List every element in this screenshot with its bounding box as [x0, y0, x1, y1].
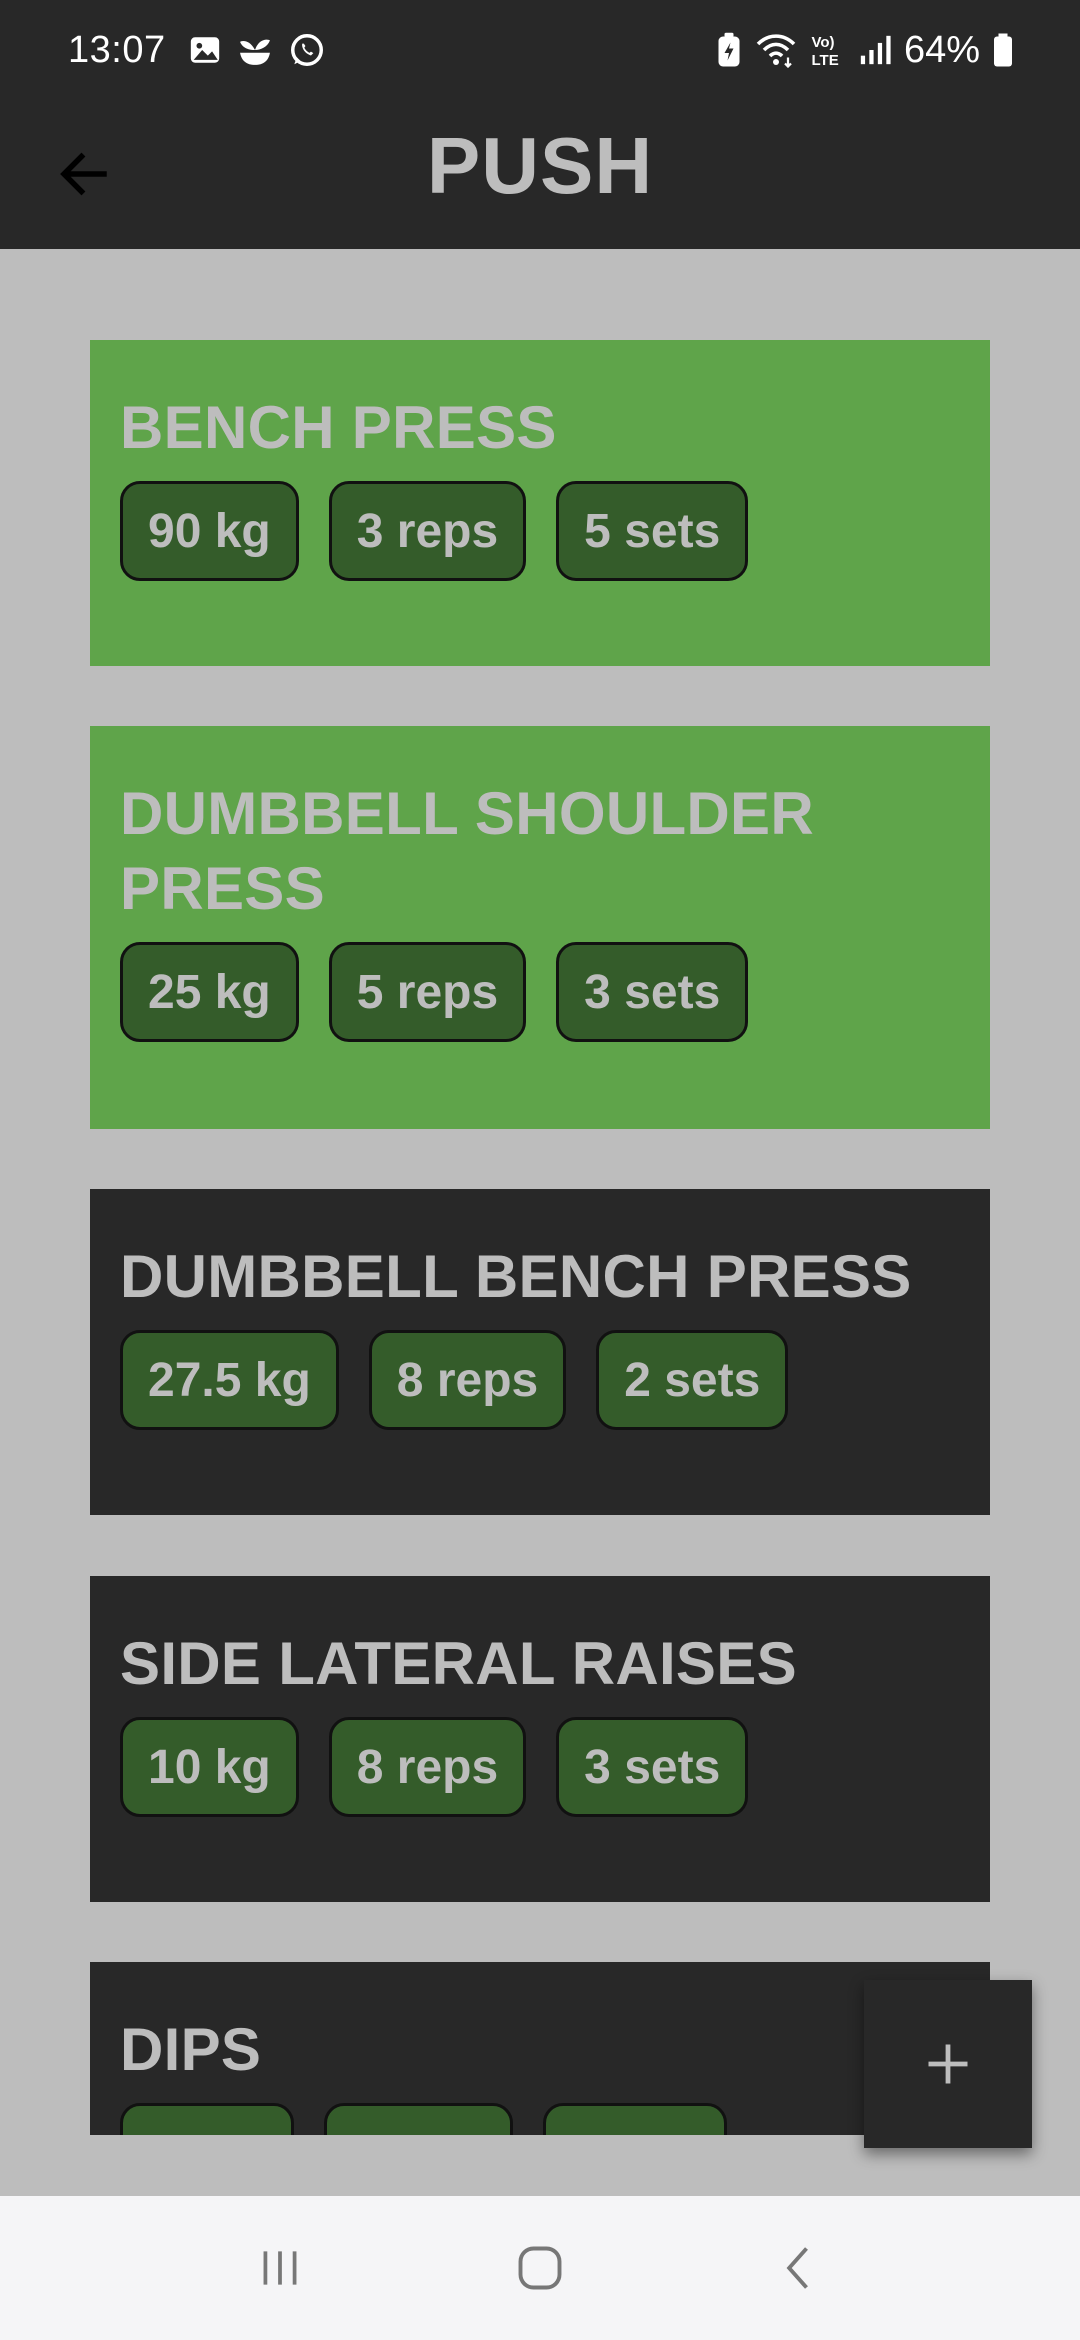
exercise-card[interactable]: DUMBBELL BENCH PRESS 27.5 kg 8 reps 2 se…	[90, 1189, 990, 1515]
status-time: 13:07	[68, 28, 166, 71]
weight-chip[interactable]	[120, 2103, 294, 2135]
exercise-card[interactable]: DUMBBELL SHOULDER PRESS 25 kg 5 reps 3 s…	[90, 726, 990, 1129]
gallery-icon	[188, 33, 222, 67]
battery-saver-icon	[716, 32, 742, 68]
sets-chip[interactable]: 3 sets	[556, 942, 749, 1042]
exercise-stats: 25 kg 5 reps 3 sets	[120, 942, 960, 1042]
exercise-name: DUMBBELL SHOULDER PRESS	[120, 780, 814, 922]
exercise-list[interactable]: BENCH PRESS 90 kg 3 reps 5 sets DUMBBELL…	[0, 249, 1080, 2135]
back-icon	[786, 2247, 808, 2289]
reps-chip[interactable]: 5 reps	[328, 942, 527, 1042]
exercise-card[interactable]: BENCH PRESS 90 kg 3 reps 5 sets	[90, 340, 990, 666]
home-button[interactable]	[480, 2218, 600, 2318]
exercise-stats	[120, 2103, 960, 2135]
reps-chip[interactable]: 3 reps	[328, 481, 527, 581]
exercise-stats: 10 kg 8 reps 3 sets	[120, 1717, 960, 1817]
recent-apps-button[interactable]	[220, 2218, 340, 2318]
reps-chip[interactable]: 8 reps	[328, 1717, 527, 1817]
sets-chip[interactable]: 2 sets	[596, 1330, 789, 1430]
wifi-icon	[754, 32, 798, 68]
exercise-name: BENCH PRESS	[120, 394, 557, 461]
app-bar: PUSH	[0, 100, 1080, 249]
status-left: 13:07	[68, 29, 326, 72]
add-exercise-button[interactable]	[864, 1980, 1032, 2148]
system-back-button[interactable]	[740, 2218, 860, 2318]
weight-chip[interactable]: 27.5 kg	[120, 1330, 339, 1430]
sets-chip[interactable]	[543, 2103, 727, 2135]
exercise-card[interactable]: DIPS	[90, 1962, 990, 2135]
battery-icon	[992, 32, 1014, 68]
reps-chip[interactable]: 8 reps	[368, 1330, 567, 1430]
exercise-name: DIPS	[120, 2016, 262, 2083]
volte-icon: Vo) LTE	[810, 32, 846, 68]
exercise-card[interactable]: SIDE LATERAL RAISES 10 kg 8 reps 3 sets	[90, 1576, 990, 1902]
exercise-name: DUMBBELL BENCH PRESS	[120, 1243, 912, 1310]
sets-chip[interactable]: 3 sets	[556, 1717, 749, 1817]
whatsapp-icon	[288, 31, 326, 69]
plus-icon	[928, 2044, 968, 2084]
weight-chip[interactable]: 90 kg	[120, 481, 299, 581]
exercise-name: SIDE LATERAL RAISES	[120, 1630, 797, 1697]
plant-icon	[236, 33, 274, 67]
status-right: Vo) LTE 64%	[716, 29, 1014, 72]
reps-chip[interactable]	[324, 2103, 513, 2135]
page-title: PUSH	[426, 121, 654, 210]
weight-chip[interactable]: 10 kg	[120, 1717, 299, 1817]
exercise-stats: 27.5 kg 8 reps 2 sets	[120, 1330, 960, 1430]
screen: 13:07 Vo) LTE 64% PUSH BENCH PRESS 90 kg…	[0, 0, 1080, 2340]
svg-text:Vo): Vo)	[811, 34, 834, 51]
exercise-stats: 90 kg 3 reps 5 sets	[120, 481, 960, 581]
weight-chip[interactable]: 25 kg	[120, 942, 299, 1042]
home-icon	[518, 2246, 562, 2290]
sets-chip[interactable]: 5 sets	[556, 481, 749, 581]
status-bar: 13:07 Vo) LTE 64%	[0, 0, 1080, 100]
signal-icon	[858, 33, 892, 67]
svg-text:LTE: LTE	[811, 52, 838, 68]
battery-percent: 64%	[903, 28, 980, 71]
recent-apps-icon	[263, 2251, 297, 2285]
system-nav-bar	[0, 2196, 1080, 2340]
